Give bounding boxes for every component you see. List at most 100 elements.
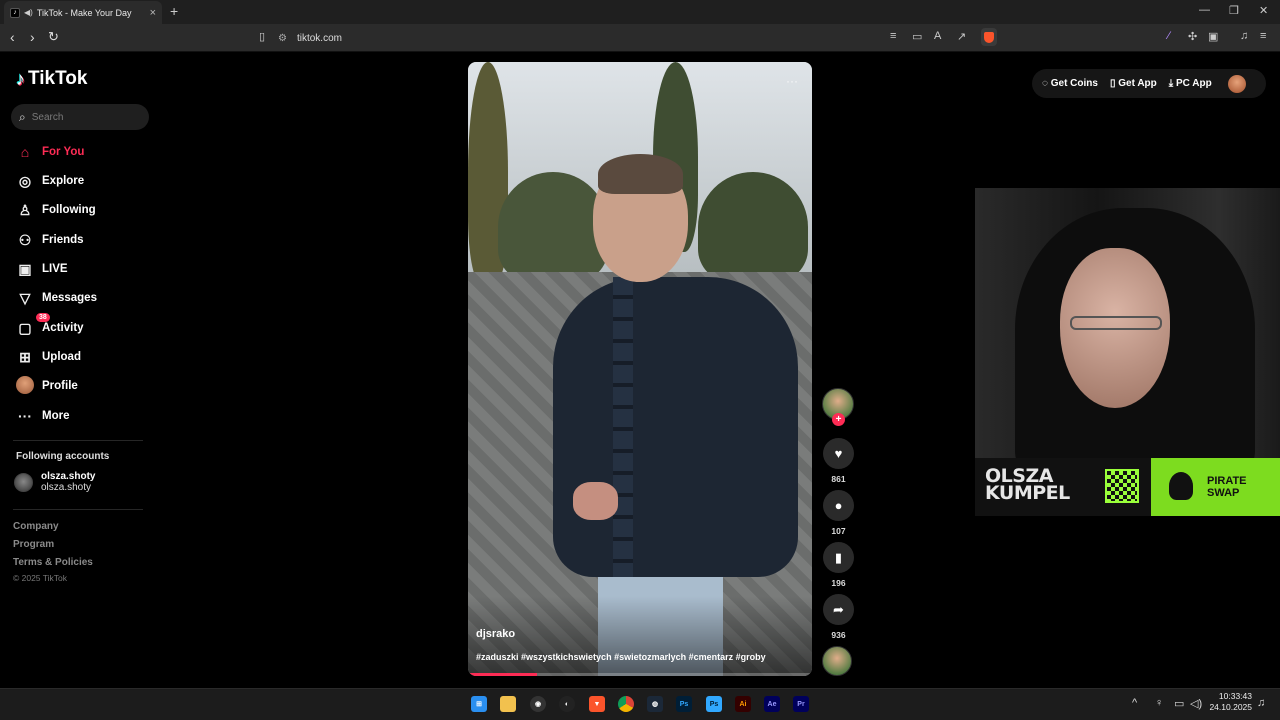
- nav-label: Explore: [42, 175, 85, 187]
- leo-ai-icon[interactable]: ∕: [1168, 30, 1170, 42]
- comment-button[interactable]: ●: [823, 490, 854, 521]
- footer-link-program[interactable]: Program: [13, 539, 54, 550]
- extensions-icon[interactable]: ✣: [1188, 30, 1197, 43]
- maximize-icon[interactable]: ❐: [1229, 4, 1239, 17]
- get-coins-button[interactable]: ◌ Get Coins: [1042, 78, 1098, 89]
- tray-chevron-icon[interactable]: ^: [1132, 697, 1137, 709]
- reader-off-icon[interactable]: ≡: [890, 30, 896, 42]
- app-icon[interactable]: ◐: [559, 696, 575, 712]
- share-count: 936: [831, 630, 846, 640]
- qr-code-icon: [1105, 469, 1139, 503]
- pc-app-button[interactable]: ⤓ PC App: [1169, 78, 1212, 89]
- video-person-hair: [598, 154, 683, 194]
- volume-icon[interactable]: ◁): [1190, 697, 1202, 710]
- nav-explore[interactable]: ◎ Explore: [16, 171, 84, 191]
- video-player[interactable]: ··· djsrako #zaduszki #wszystkichswietyc…: [468, 62, 812, 676]
- after-effects-icon[interactable]: Ae: [764, 696, 780, 712]
- forward-icon[interactable]: ›: [30, 29, 35, 45]
- obs-icon[interactable]: ◉: [530, 696, 546, 712]
- pc-app-label: PC App: [1175, 78, 1212, 89]
- media-icon[interactable]: ♫: [1240, 30, 1248, 42]
- notification-bell-icon[interactable]: ♫: [1257, 697, 1265, 709]
- comment-icon: ●: [834, 498, 843, 513]
- video-gradient: [468, 596, 812, 676]
- chrome-icon[interactable]: [618, 696, 634, 712]
- video-caption[interactable]: #zaduszki #wszystkichswietych #swietozma…: [476, 652, 766, 662]
- system-clock[interactable]: 10:33:43 24.10.2025: [1208, 691, 1252, 713]
- like-button[interactable]: ♥: [823, 438, 854, 469]
- video-tree: [498, 172, 608, 282]
- close-window-icon[interactable]: ✕: [1259, 4, 1268, 17]
- brave-icon[interactable]: ▼: [589, 696, 605, 712]
- tiktok-favicon-icon: ♪: [10, 7, 20, 18]
- search-icon: ⌕: [19, 109, 26, 124]
- file-explorer-icon[interactable]: [500, 696, 516, 712]
- back-icon[interactable]: ‹: [10, 29, 15, 45]
- translate-icon[interactable]: A: [934, 30, 941, 42]
- reload-icon[interactable]: ↻: [48, 29, 59, 45]
- footer-link-company[interactable]: Company: [13, 521, 59, 532]
- clock-time: 10:33:43: [1218, 691, 1252, 701]
- browser-tab[interactable]: ♪ ◀) TikTok - Make Your Day ×: [4, 1, 162, 24]
- video-person-jacket: [553, 277, 798, 577]
- nav-label: More: [42, 410, 70, 422]
- video-progress-bar[interactable]: [468, 673, 812, 676]
- nav-for-you[interactable]: ⌂ For You: [16, 142, 85, 162]
- share-button[interactable]: ➦: [823, 594, 854, 625]
- minimize-icon[interactable]: —: [1199, 4, 1210, 16]
- nav-following[interactable]: ♙ Following: [16, 200, 96, 220]
- user-avatar[interactable]: [1227, 74, 1246, 93]
- video-more-icon[interactable]: ···: [786, 74, 798, 88]
- site-settings-icon[interactable]: ⚙: [278, 33, 287, 44]
- nav-activity[interactable]: ▢ 38 Activity: [16, 313, 84, 338]
- close-tab-icon[interactable]: ×: [150, 7, 156, 19]
- share-icon[interactable]: ↗: [957, 30, 966, 43]
- new-tab-icon[interactable]: +: [170, 3, 178, 19]
- illustrator-icon[interactable]: Ai: [735, 696, 751, 712]
- search-input[interactable]: ⌕ Search: [11, 104, 149, 130]
- video-tree: [698, 172, 808, 282]
- bookmark-icon[interactable]: ▯: [259, 30, 265, 43]
- nav-label: Following: [42, 204, 96, 216]
- nav-upload[interactable]: ⊞ Upload: [16, 347, 81, 367]
- nav-label: Upload: [42, 351, 81, 363]
- footer-link-terms[interactable]: Terms & Policies: [13, 557, 93, 568]
- follow-plus-icon[interactable]: +: [832, 413, 845, 426]
- activity-badge: 38: [36, 313, 50, 322]
- premiere-icon[interactable]: Pr: [793, 696, 809, 712]
- webcam-glasses: [1070, 316, 1162, 330]
- save-button[interactable]: ▮: [823, 542, 854, 573]
- like-count: 861: [831, 474, 846, 484]
- nav-friends[interactable]: ⚇ Friends: [16, 230, 84, 250]
- search-placeholder: Search: [31, 111, 64, 123]
- taskbar: [0, 688, 1280, 720]
- user-check-icon: ♙: [18, 201, 32, 218]
- microphone-icon[interactable]: ♀: [1155, 697, 1163, 709]
- get-app-button[interactable]: ▯ Get App: [1110, 78, 1157, 89]
- network-icon[interactable]: ▭: [1174, 697, 1184, 710]
- menu-icon[interactable]: ≡: [1260, 30, 1266, 42]
- pirate-skull-icon: [1169, 472, 1193, 500]
- steam-icon[interactable]: ◍: [647, 696, 663, 712]
- brand-line-2: KUMPEL: [985, 482, 1070, 504]
- nav-messages[interactable]: ▽ Messages: [16, 288, 97, 308]
- photoshop-alt-icon[interactable]: Ps: [706, 696, 722, 712]
- video-author[interactable]: djsrako: [476, 628, 515, 640]
- music-disc-avatar[interactable]: [822, 646, 852, 676]
- nav-profile[interactable]: Profile: [16, 375, 78, 396]
- nav-live[interactable]: ▣ LIVE: [16, 259, 67, 279]
- clock-date: 24.10.2025: [1209, 702, 1252, 712]
- tiktok-logo[interactable]: ♪ TikTok: [16, 68, 87, 90]
- live-tv-icon: ▣: [18, 260, 32, 277]
- webcam-overlay: OLSZA KUMPEL PIRATE SWAP: [975, 188, 1280, 516]
- brave-shield-icon[interactable]: [981, 28, 997, 46]
- avatar: [14, 472, 33, 492]
- photoshop-icon[interactable]: Ps: [676, 696, 692, 712]
- following-account-item[interactable]: olsza.shoty olsza.shoty: [14, 471, 95, 493]
- nav-more[interactable]: ··· More: [16, 406, 69, 426]
- tab-title: TikTok - Make Your Day: [36, 7, 132, 18]
- cast-icon[interactable]: ▭: [912, 30, 922, 43]
- speaker-icon[interactable]: ◀): [24, 8, 33, 17]
- wallet-icon[interactable]: ▣: [1208, 30, 1218, 43]
- windows-start-icon[interactable]: ⊞: [471, 696, 487, 712]
